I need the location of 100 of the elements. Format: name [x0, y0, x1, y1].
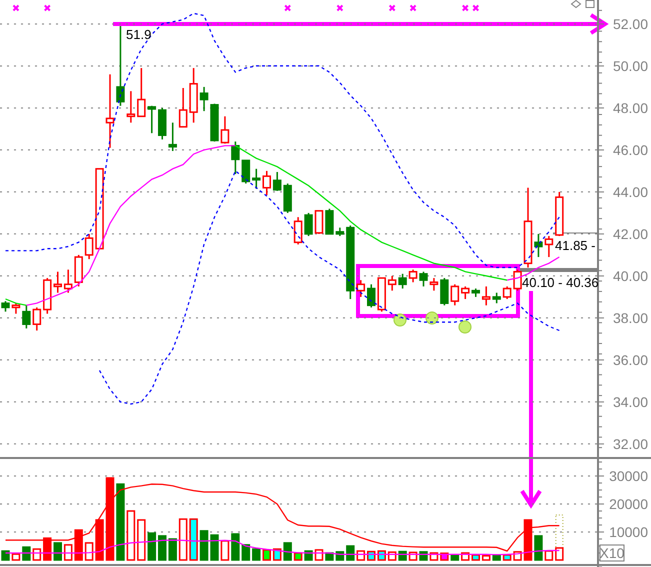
cross-marker-icon: [12, 4, 20, 12]
axis-label: 10000: [609, 524, 648, 540]
candlestick: [74, 254, 83, 286]
volume-bar: [200, 530, 208, 561]
candlestick: [377, 277, 386, 312]
candlestick: [210, 104, 219, 142]
volume-bar: [137, 519, 146, 561]
volume-bar: [472, 554, 480, 561]
candlestick: [356, 280, 366, 297]
candlestick: [12, 303, 20, 314]
candlestick: [84, 234, 94, 260]
volume-bar: [304, 550, 313, 561]
volume-bar: [294, 552, 302, 561]
axis-label: 48.00: [612, 100, 648, 116]
volume-bar: [54, 542, 62, 561]
axis-label: 38.00: [612, 310, 648, 326]
candlestick: [367, 284, 376, 308]
volume-bar: [283, 542, 292, 561]
axis-label: 52.00: [612, 16, 648, 32]
candlestick: [534, 234, 543, 258]
volume-bar: [43, 537, 52, 561]
volume-bar: [325, 552, 334, 561]
candlestick: [148, 106, 156, 134]
price-tag: 41.85 -: [555, 238, 596, 253]
volume-bar: [555, 547, 564, 561]
cross-marker-icon: [472, 4, 480, 12]
volume-bar: [252, 548, 261, 561]
circle-marker-icon: [458, 320, 472, 334]
cross-marker-icon: [388, 4, 396, 12]
price-tag: 40.10 - 40.36: [522, 275, 599, 290]
volume-bar: [168, 538, 177, 561]
candlestick: [450, 284, 460, 306]
volume-bar: [408, 552, 418, 561]
candlestick: [158, 108, 166, 140]
projected-volume-outline: [555, 514, 564, 548]
axis-label: 50.00: [612, 58, 648, 74]
axis-label: 46.00: [612, 142, 648, 158]
volume-bar: [388, 551, 396, 561]
candlestick: [32, 307, 42, 331]
volume-bar: [492, 554, 501, 561]
candlestick: [472, 288, 480, 297]
candlestick: [440, 278, 449, 306]
candlestick: [43, 278, 52, 314]
cross-marker-icon: [44, 4, 51, 12]
volume-bar: [262, 549, 271, 561]
volume-bar: [148, 532, 156, 561]
axis-label: 36.00: [612, 352, 648, 368]
candlestick: [294, 217, 302, 244]
volume-bar: [220, 540, 230, 561]
candlestick: [555, 192, 564, 236]
volume-bar: [32, 548, 42, 561]
cross-marker-icon: [284, 4, 292, 12]
volume-bar: [158, 535, 166, 561]
candlestick: [283, 184, 292, 213]
volume-bar: [126, 510, 136, 561]
candlestick: [64, 270, 72, 293]
candlestick: [502, 286, 512, 300]
candlestick: [314, 210, 324, 234]
axis-label: 20000: [609, 496, 648, 512]
volume-bar: [534, 535, 543, 561]
volume-bar: [367, 550, 376, 561]
circle-marker-icon: [426, 312, 438, 324]
volume-bar: [1, 550, 10, 561]
axis-label: 32.00: [612, 436, 648, 452]
volume-bar: [544, 550, 554, 561]
scale-badge: X10: [600, 544, 624, 562]
volume-bar: [210, 534, 219, 561]
volume-bar: [64, 544, 72, 561]
candlestick: [126, 91, 136, 123]
volume-bar: [95, 519, 104, 561]
volume-bar: [502, 554, 512, 561]
cross-marker-icon: [410, 4, 417, 12]
candlestick: [388, 276, 396, 291]
candlestick: [544, 236, 554, 258]
volume-bar: [242, 544, 250, 561]
volume-bar: [398, 550, 407, 561]
volume-bar: [482, 555, 490, 561]
candlestick: [54, 272, 62, 293]
candlestick: [22, 305, 31, 328]
candlestick: [430, 278, 438, 291]
axis-label: 34.00: [612, 394, 648, 410]
volume-bar: [450, 554, 460, 561]
price-label: 51.9: [126, 27, 152, 42]
candlestick: [1, 301, 10, 312]
volume-bar: [513, 551, 522, 561]
volume-bar: [84, 542, 94, 561]
candlestick: [231, 142, 240, 174]
volume-bar: [74, 529, 83, 561]
candlestick: [200, 86, 208, 112]
volume-bar: [314, 549, 324, 561]
candlestick: [461, 286, 470, 300]
cross-marker-icon: [462, 4, 469, 12]
candlestick: [272, 172, 282, 191]
candlestick: [513, 270, 522, 291]
volume-bar: [22, 546, 31, 561]
volume-bar: [356, 550, 366, 561]
volume-bar: [272, 548, 282, 561]
candlestick: [419, 272, 428, 286]
volume-bar: [440, 552, 449, 561]
axis-label: 42.00: [612, 226, 648, 242]
